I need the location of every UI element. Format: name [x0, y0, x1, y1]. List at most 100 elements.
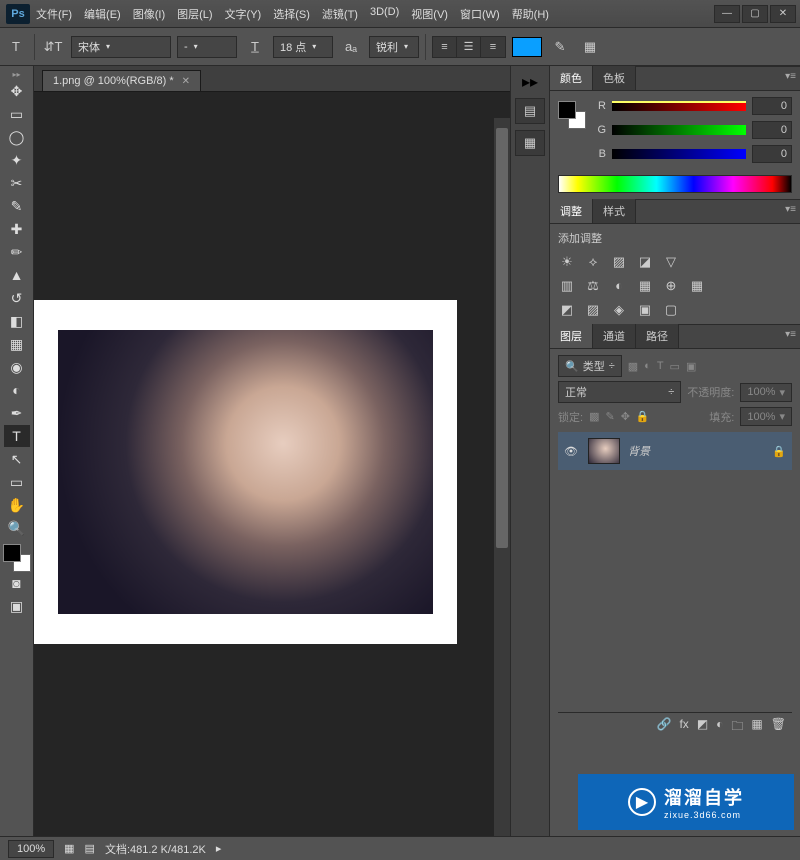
tab-paths[interactable]: 路径	[636, 324, 679, 348]
clone-stamp-tool[interactable]: ▲	[4, 264, 30, 286]
magic-wand-tool[interactable]: ✦	[4, 149, 30, 171]
tab-swatches[interactable]: 色板	[593, 66, 636, 90]
lock-image-icon[interactable]: ✎	[605, 410, 614, 423]
canvas-viewport[interactable]	[34, 92, 510, 836]
color-lookup-icon[interactable]: ▦	[688, 278, 706, 294]
font-style-dropdown[interactable]: -▾	[177, 36, 237, 58]
menu-image[interactable]: 图像(I)	[133, 6, 165, 22]
align-center-button[interactable]: ☰	[457, 37, 481, 57]
quickmask-button[interactable]: ◙	[4, 572, 30, 594]
gradient-map-icon[interactable]: ▣	[636, 302, 654, 318]
tab-color[interactable]: 颜色	[550, 66, 593, 90]
character-panel-button[interactable]: ▦	[578, 35, 602, 59]
new-fill-adjust-icon[interactable]: ◐	[716, 717, 723, 738]
color-balance-icon[interactable]: ⚖	[584, 278, 602, 294]
marquee-tool[interactable]: ▭	[4, 103, 30, 125]
g-slider[interactable]	[612, 125, 746, 135]
bw-icon[interactable]: ◐	[610, 278, 628, 294]
shape-tool[interactable]: ▭	[4, 471, 30, 493]
new-layer-icon[interactable]: ▦	[751, 717, 762, 738]
fill-input[interactable]: 100% ▾	[740, 407, 792, 426]
zoom-tool[interactable]: 🔍	[4, 517, 30, 539]
blur-tool[interactable]: ◉	[4, 356, 30, 378]
toolbar-handle-icon[interactable]: ▸▸	[0, 70, 34, 80]
lock-all-icon[interactable]: 🔒	[636, 410, 650, 423]
status-menu-icon[interactable]: ▸	[216, 842, 222, 855]
path-selection-tool[interactable]: ↖	[4, 448, 30, 470]
panel-color-swatches[interactable]	[558, 97, 586, 169]
color-swatches[interactable]	[3, 544, 31, 572]
align-right-button[interactable]: ≡	[481, 37, 505, 57]
tab-channels[interactable]: 通道	[593, 324, 636, 348]
properties-panel-button[interactable]: ▦	[515, 130, 545, 156]
close-button[interactable]: ✕	[770, 5, 796, 23]
maximize-button[interactable]: ▢	[742, 5, 768, 23]
lock-transparent-icon[interactable]: ▩	[589, 410, 599, 423]
menu-view[interactable]: 视图(V)	[411, 6, 448, 22]
exposure-icon[interactable]: ◪	[636, 254, 654, 270]
foreground-swatch[interactable]	[3, 544, 21, 562]
brush-tool[interactable]: ✏	[4, 241, 30, 263]
pen-tool[interactable]: ✒	[4, 402, 30, 424]
menu-type[interactable]: 文字(Y)	[225, 6, 262, 22]
opacity-input[interactable]: 100% ▾	[740, 383, 792, 402]
panel-menu-icon[interactable]: ▾≡	[785, 329, 796, 340]
posterize-icon[interactable]: ▨	[584, 302, 602, 318]
b-value-input[interactable]: 0	[752, 145, 792, 163]
blend-mode-dropdown[interactable]: 正常 ÷	[558, 381, 681, 403]
align-left-button[interactable]: ≡	[433, 37, 457, 57]
menu-filter[interactable]: 滤镜(T)	[322, 6, 358, 22]
layer-mask-icon[interactable]: ◩	[697, 717, 708, 738]
move-tool[interactable]: ✥	[4, 80, 30, 102]
brightness-icon[interactable]: ☀	[558, 254, 576, 270]
layer-filter-kind-dropdown[interactable]: 🔍 类型 ÷	[558, 355, 622, 377]
crop-tool[interactable]: ✂	[4, 172, 30, 194]
layer-row[interactable]: 👁 背景 🔒	[558, 432, 792, 470]
levels-icon[interactable]: ⟡	[584, 254, 602, 270]
screen-mode-button[interactable]: ▣	[4, 595, 30, 617]
menu-select[interactable]: 选择(S)	[273, 6, 310, 22]
zoom-level[interactable]: 100%	[8, 840, 54, 858]
invert-icon[interactable]: ◩	[558, 302, 576, 318]
hand-tool[interactable]: ✋	[4, 494, 30, 516]
menu-3d[interactable]: 3D(D)	[370, 6, 399, 22]
spectrum-ramp[interactable]	[558, 175, 792, 193]
filter-shape-icon[interactable]: ▭	[670, 360, 680, 373]
warp-text-button[interactable]: ✎	[548, 35, 572, 59]
history-brush-tool[interactable]: ↺	[4, 287, 30, 309]
menu-window[interactable]: 窗口(W)	[460, 6, 500, 22]
minimize-button[interactable]: —	[714, 5, 740, 23]
close-tab-icon[interactable]: ✕	[182, 76, 190, 87]
tool-preset-type-icon[interactable]: T	[4, 35, 28, 59]
hue-icon[interactable]: ▥	[558, 278, 576, 294]
timeline-icon[interactable]: ▤	[85, 842, 95, 855]
stack-handle-icon[interactable]: ▸▸	[522, 72, 538, 92]
channel-mixer-icon[interactable]: ⊕	[662, 278, 680, 294]
delete-layer-icon[interactable]: 🗑	[771, 717, 786, 738]
dodge-tool[interactable]: ◐	[4, 379, 30, 401]
tab-styles[interactable]: 样式	[593, 199, 636, 223]
eyedropper-tool[interactable]: ✎	[4, 195, 30, 217]
lasso-tool[interactable]: ◯	[4, 126, 30, 148]
selective-color-icon[interactable]: ▢	[662, 302, 680, 318]
visibility-eye-icon[interactable]: 👁	[564, 445, 580, 458]
menu-layer[interactable]: 图层(L)	[177, 6, 212, 22]
font-size-dropdown[interactable]: 18 点▾	[273, 36, 333, 58]
history-panel-button[interactable]: ▤	[515, 98, 545, 124]
g-value-input[interactable]: 0	[752, 121, 792, 139]
filter-type-icon[interactable]: T	[657, 360, 664, 372]
type-tool[interactable]: T	[4, 425, 30, 447]
threshold-icon[interactable]: ◈	[610, 302, 628, 318]
photo-filter-icon[interactable]: ▦	[636, 278, 654, 294]
panel-menu-icon[interactable]: ▾≡	[785, 204, 796, 215]
lock-position-icon[interactable]: ✥	[621, 410, 630, 423]
menu-help[interactable]: 帮助(H)	[512, 6, 549, 22]
scroll-thumb[interactable]	[496, 128, 508, 548]
r-slider[interactable]	[612, 101, 746, 111]
gradient-tool[interactable]: ▦	[4, 333, 30, 355]
menu-file[interactable]: 文件(F)	[36, 6, 72, 22]
menu-edit[interactable]: 编辑(E)	[84, 6, 121, 22]
filter-pixel-icon[interactable]: ▩	[628, 360, 638, 373]
document-tab[interactable]: 1.png @ 100%(RGB/8) * ✕	[42, 70, 201, 91]
panel-menu-icon[interactable]: ▾≡	[785, 71, 796, 82]
